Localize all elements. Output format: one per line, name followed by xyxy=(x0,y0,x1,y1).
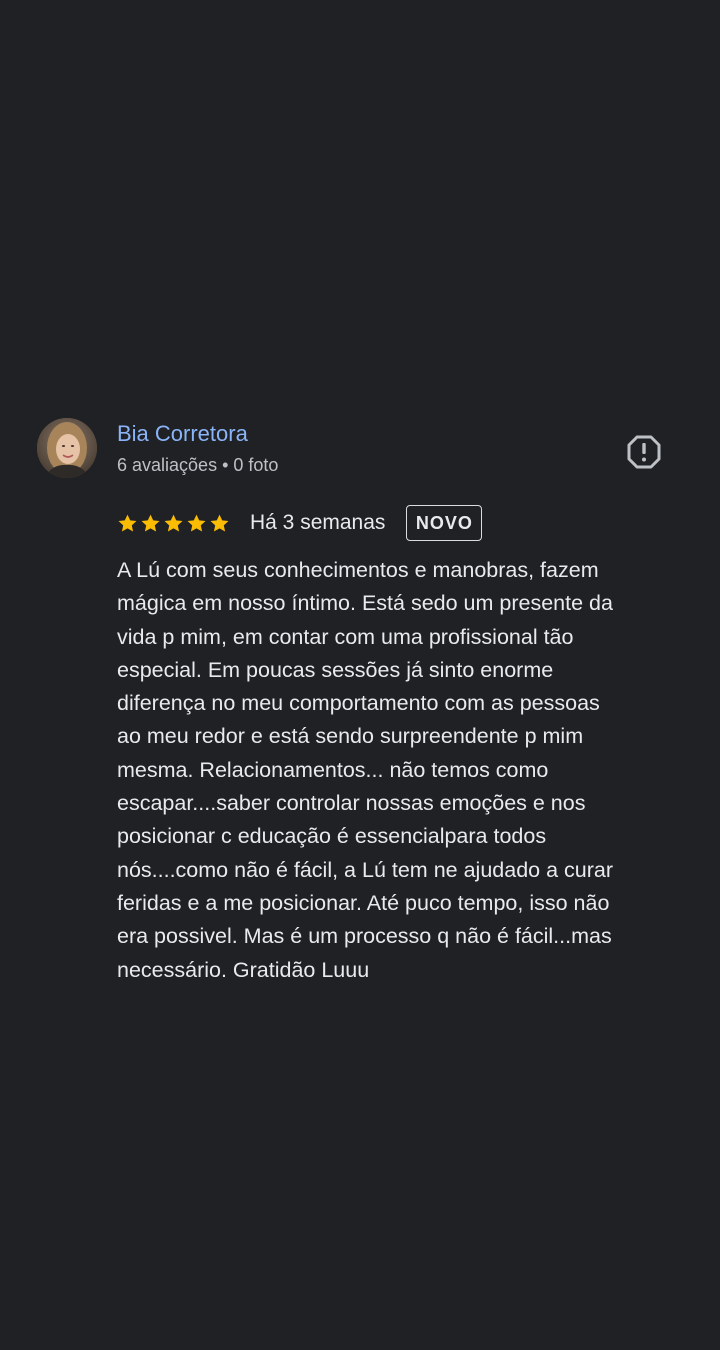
review-text-line: mágica em nosso íntimo. Está sedo um pre… xyxy=(117,591,613,616)
review-text-line: escapar....saber controlar nossas emoçõe… xyxy=(117,791,586,816)
reviewer-avatar[interactable] xyxy=(37,418,97,478)
new-badge: NOVO xyxy=(406,505,483,541)
star-icon xyxy=(187,514,206,532)
review-text-line: ao meu redor e está sendo surpreendente … xyxy=(117,724,584,749)
review-text-line: diferença no meu comportamento com as pe… xyxy=(117,691,600,716)
star-rating xyxy=(117,513,230,534)
avatar-photo-icon xyxy=(37,418,97,478)
star-icon xyxy=(118,514,137,532)
review-date: Há 3 semanas xyxy=(250,511,386,534)
review-text-line: vida p mim, em contar com uma profission… xyxy=(117,624,574,649)
review-text-line: necessário. Gratidão Luuu xyxy=(117,957,370,982)
review-text-line: A Lú com seus conhecimentos e manobras, … xyxy=(117,558,599,582)
star-icon xyxy=(210,514,229,532)
review-text-line: posicionar c educação é essencialpara to… xyxy=(117,824,547,849)
reviewer-meta: 6 avaliações • 0 foto xyxy=(117,455,279,475)
star-icon xyxy=(164,514,183,532)
review-text-line: mesma. Relacionamentos... não temos como xyxy=(117,757,549,782)
review-text-line: nós....como não é fácil, a Lú tem ne aju… xyxy=(117,857,613,882)
review-text: A Lú com seus conhecimentos e manobras, … xyxy=(117,554,687,987)
review-card: Bia Corretora 6 avaliações • 0 foto Há 3… xyxy=(0,0,720,1350)
reviewer-name[interactable]: Bia Corretora xyxy=(117,420,248,448)
review-text-line: especial. Em poucas sessões já sinto eno… xyxy=(117,657,554,682)
star-icon xyxy=(141,514,160,532)
rating-row: Há 3 semanas NOVO xyxy=(117,503,483,543)
review-text-line: feridas e a me posicionar. Até puco temp… xyxy=(117,890,610,915)
review-text-line: era possivel. Mas é um processo q não é … xyxy=(117,924,612,949)
report-icon[interactable] xyxy=(626,434,662,470)
